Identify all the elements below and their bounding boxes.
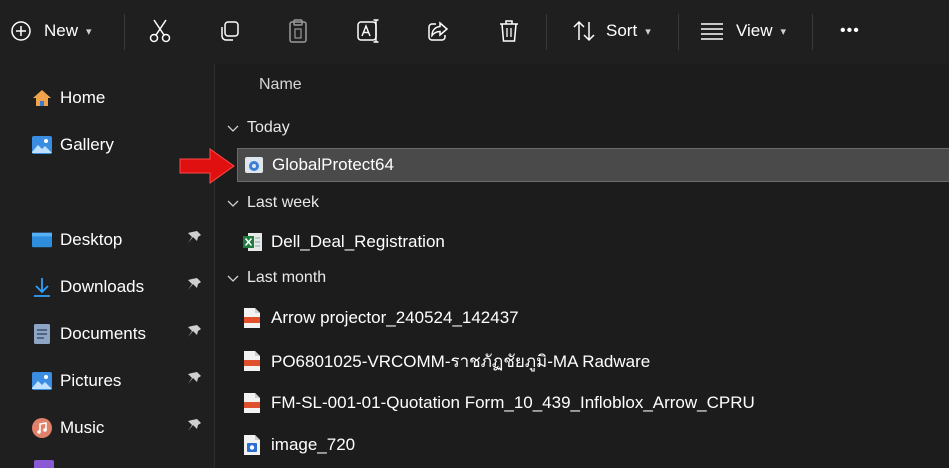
home-icon bbox=[32, 88, 52, 108]
sidebar-item-documents[interactable]: Documents bbox=[32, 320, 212, 348]
pdf-file-icon bbox=[243, 351, 263, 371]
command-bar: New ▾ Sort ▾ View ▾ ••• bbox=[0, 0, 949, 65]
plus-circle-icon bbox=[10, 20, 32, 42]
file-name: FM-SL-001-01-Quotation Form_10_439_Inflo… bbox=[271, 393, 755, 412]
sidebar-item-downloads[interactable]: Downloads bbox=[32, 273, 212, 301]
sidebar-item-label: Pictures bbox=[60, 371, 122, 390]
desktop-icon bbox=[32, 230, 52, 250]
chevron-down-icon bbox=[227, 275, 239, 282]
chevron-down-icon: ▾ bbox=[780, 25, 787, 38]
file-name: Arrow projector_240524_142437 bbox=[271, 308, 519, 327]
videos-icon bbox=[34, 460, 54, 468]
more-icon: ••• bbox=[840, 22, 860, 39]
file-row[interactable]: PO6801025-VRCOMM-ราชภัฏชัยภูมิ-MA Radwar… bbox=[237, 344, 949, 378]
toolbar-divider bbox=[546, 14, 547, 50]
music-icon bbox=[32, 418, 52, 438]
sort-button[interactable]: Sort ▾ bbox=[572, 14, 651, 48]
sidebar-item-label: Documents bbox=[60, 324, 146, 343]
copy-button[interactable] bbox=[218, 14, 242, 48]
pdf-file-icon bbox=[243, 393, 263, 413]
group-header-today[interactable]: Today bbox=[225, 119, 290, 137]
pin-icon[interactable] bbox=[188, 371, 202, 389]
new-button[interactable]: New ▾ bbox=[10, 14, 92, 48]
pin-icon[interactable] bbox=[188, 418, 202, 436]
list-view-icon bbox=[700, 22, 724, 40]
file-row[interactable]: Arrow projector_240524_142437 bbox=[237, 301, 949, 335]
chevron-down-icon bbox=[227, 125, 239, 132]
pin-icon[interactable] bbox=[188, 277, 202, 295]
sidebar-item-label: Home bbox=[60, 88, 106, 107]
sort-icon bbox=[572, 20, 596, 42]
file-name: image_720 bbox=[271, 435, 356, 454]
sidebar-item-desktop[interactable]: Desktop bbox=[32, 226, 212, 254]
toolbar-divider bbox=[812, 14, 813, 50]
pictures-icon bbox=[32, 371, 52, 391]
sidebar-item-music[interactable]: Music bbox=[32, 414, 212, 442]
trash-icon bbox=[498, 18, 520, 44]
group-header-last-week[interactable]: Last week bbox=[225, 194, 319, 212]
file-row[interactable]: GlobalProtect64 bbox=[237, 148, 949, 182]
scissors-icon bbox=[148, 18, 172, 44]
group-header-last-month[interactable]: Last month bbox=[225, 269, 326, 287]
sidebar-item-label: Desktop bbox=[60, 230, 123, 249]
chevron-down-icon: ▾ bbox=[86, 25, 92, 38]
gallery-icon bbox=[32, 135, 52, 155]
column-header-name[interactable]: Name bbox=[259, 76, 302, 94]
delete-button[interactable] bbox=[498, 14, 520, 48]
file-name: PO6801025-VRCOMM-ราชภัฏชัยภูมิ-MA Radwar… bbox=[271, 351, 651, 371]
file-row[interactable]: FM-SL-001-01-Quotation Form_10_439_Inflo… bbox=[237, 386, 949, 420]
annotation-arrow-icon bbox=[179, 148, 235, 184]
group-label: Last week bbox=[247, 194, 320, 211]
view-label: View bbox=[736, 21, 773, 40]
sidebar-item-label: Gallery bbox=[60, 135, 114, 154]
group-label: Today bbox=[247, 119, 290, 136]
sidebar-item-home[interactable]: Home bbox=[32, 84, 212, 112]
rename-button[interactable] bbox=[356, 14, 382, 48]
image-file-icon bbox=[243, 435, 263, 455]
paste-button[interactable] bbox=[287, 14, 309, 48]
pin-icon[interactable] bbox=[188, 230, 202, 248]
sidebar-item-pictures[interactable]: Pictures bbox=[32, 367, 212, 395]
file-row[interactable]: image_720 bbox=[237, 428, 949, 462]
file-list: Name Today GlobalProtect64 Last week Del… bbox=[215, 64, 949, 468]
view-button[interactable]: View ▾ bbox=[700, 14, 786, 48]
excel-file-icon bbox=[243, 232, 263, 252]
file-row[interactable]: Dell_Deal_Registration bbox=[237, 225, 949, 259]
copy-icon bbox=[218, 19, 242, 43]
toolbar-divider bbox=[678, 14, 679, 50]
group-label: Last month bbox=[247, 269, 327, 286]
toolbar-divider bbox=[124, 14, 125, 50]
chevron-down-icon bbox=[227, 200, 239, 207]
share-button[interactable] bbox=[426, 14, 450, 48]
rename-icon bbox=[356, 18, 382, 44]
installer-icon bbox=[244, 155, 264, 175]
file-name: GlobalProtect64 bbox=[272, 155, 394, 174]
file-name: Dell_Deal_Registration bbox=[271, 232, 445, 251]
pdf-file-icon bbox=[243, 308, 263, 328]
new-label: New bbox=[44, 21, 79, 40]
more-options-button[interactable]: ••• bbox=[840, 14, 860, 48]
documents-icon bbox=[32, 324, 52, 344]
downloads-icon bbox=[32, 277, 52, 297]
share-icon bbox=[426, 19, 450, 43]
clipboard-icon bbox=[287, 18, 309, 44]
pin-icon[interactable] bbox=[188, 324, 202, 342]
cut-button[interactable] bbox=[148, 14, 172, 48]
sort-label: Sort bbox=[606, 21, 638, 40]
chevron-down-icon: ▾ bbox=[645, 25, 651, 38]
navigation-pane: Home Gallery Desktop Downloads Documents bbox=[0, 64, 215, 468]
sidebar-item-label: Music bbox=[60, 418, 105, 437]
sidebar-item-label: Downloads bbox=[60, 277, 145, 296]
